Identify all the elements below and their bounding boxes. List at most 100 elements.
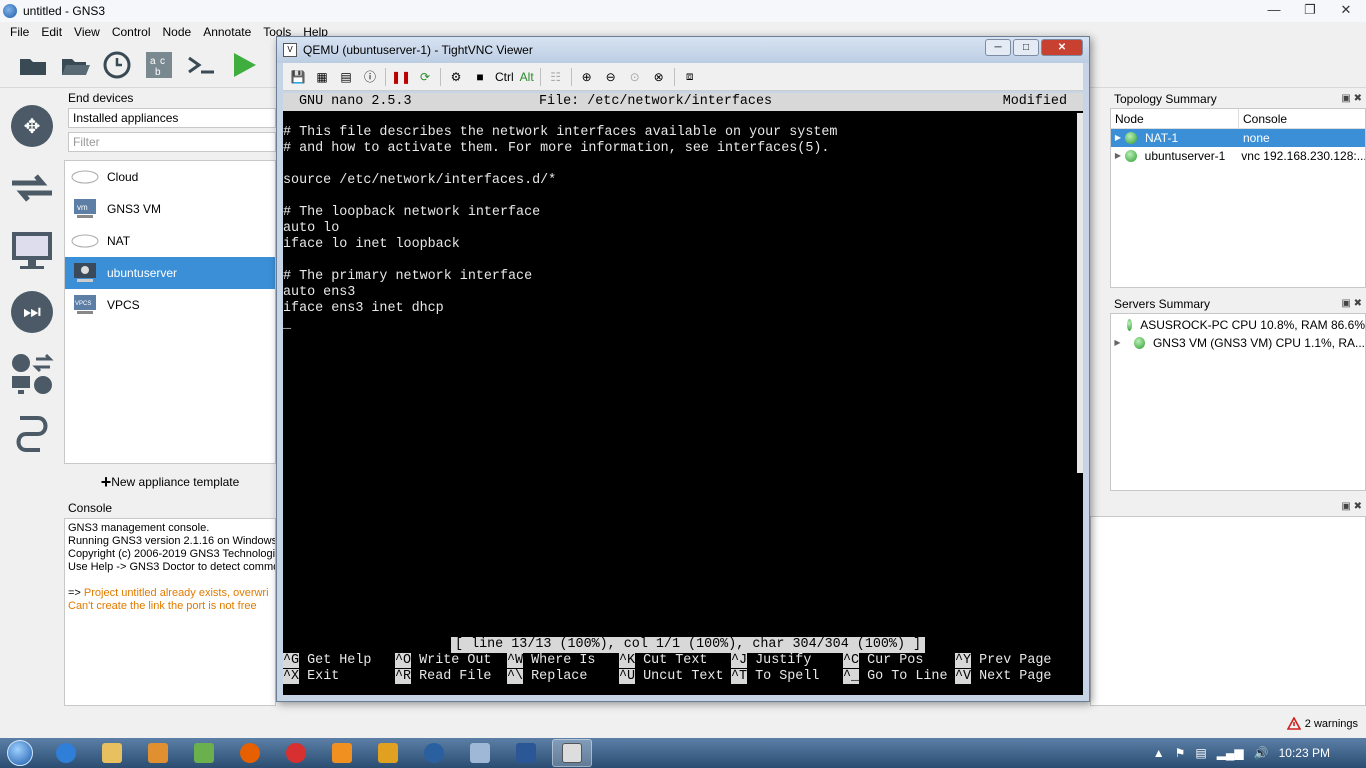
transfer-files-icon[interactable]: ☷: [547, 68, 565, 86]
terminal-screen[interactable]: GNU nano 2.5.3 File: /etc/network/interfa…: [283, 93, 1083, 695]
taskbar-internet-explorer[interactable]: [46, 739, 86, 767]
separator: [385, 67, 386, 86]
network-signal-icon[interactable]: ▂▄▆: [1217, 746, 1244, 760]
device-cloud[interactable]: Cloud: [65, 161, 275, 193]
taskbar-gns3[interactable]: [414, 739, 454, 767]
browse-security-devices-button[interactable]: ⏭: [8, 288, 56, 336]
separator: [539, 67, 541, 86]
dock-close-icon[interactable]: ▣ ✖: [1341, 90, 1362, 108]
options-icon[interactable]: ▤: [337, 68, 355, 86]
device-filter-input[interactable]: Filter: [68, 132, 276, 152]
appliance-type-select[interactable]: Installed appliances: [68, 108, 276, 128]
topology-row-ubuntuserver-1[interactable]: ▶ ubuntuserver-1 vnc 192.168.230.128:...: [1111, 147, 1365, 165]
col-node[interactable]: Node: [1111, 109, 1239, 128]
dock-close-icon[interactable]: ▣ ✖: [1341, 498, 1362, 516]
menu-view[interactable]: View: [68, 25, 106, 39]
taskbar-word[interactable]: [506, 739, 546, 767]
browse-switches-button[interactable]: [8, 164, 56, 212]
taskbar-app[interactable]: [184, 739, 224, 767]
app-icon: [194, 743, 214, 763]
fullscreen-icon[interactable]: ⧈: [681, 68, 699, 86]
add-link-button[interactable]: [8, 412, 56, 460]
warnings-indicator[interactable]: 2 warnings: [1286, 717, 1358, 730]
volume-icon[interactable]: 🔊: [1254, 746, 1269, 760]
start-all-button[interactable]: [226, 48, 260, 82]
taskbar-window[interactable]: [460, 739, 500, 767]
taskbar-media-player[interactable]: [138, 739, 178, 767]
expand-icon[interactable]: ▶: [1111, 147, 1125, 165]
terminal-scrollbar[interactable]: [1077, 113, 1083, 473]
ctrl-key-button[interactable]: Ctrl: [495, 68, 514, 86]
dock-close-icon[interactable]: ▣ ✖: [1341, 295, 1362, 313]
alt-key-button[interactable]: Alt: [520, 68, 534, 86]
taskbar-tightvnc[interactable]: [552, 739, 592, 767]
new-connection-icon[interactable]: 💾: [289, 68, 307, 86]
refresh-icon[interactable]: ⟳: [416, 68, 434, 86]
info-icon[interactable]: ⓘ: [361, 68, 379, 86]
nano-status-line: [ line 13/13 (100%), col 1/1 (100%), cha…: [451, 637, 926, 653]
device-vpcs[interactable]: VPCS VPCS: [65, 289, 275, 321]
device-nat[interactable]: NAT: [65, 225, 275, 257]
taskbar-firefox[interactable]: [230, 739, 270, 767]
shortcut-read-file: ^R Read File: [395, 669, 491, 685]
close-icon[interactable]: ✕: [1041, 39, 1083, 56]
taskbar-explorer[interactable]: [92, 739, 132, 767]
cloud-icon: [71, 230, 99, 252]
vnc-icon: [562, 743, 582, 763]
show-hidden-icons-icon[interactable]: ▲: [1153, 746, 1165, 760]
action-center-icon[interactable]: ⚑: [1175, 746, 1186, 760]
new-appliance-template-button[interactable]: +New appliance template: [64, 472, 276, 493]
server-row[interactable]: ASUSROCK-PC CPU 10.8%, RAM 86.6%: [1111, 316, 1365, 334]
show-interface-labels-button[interactable]: acb: [142, 48, 176, 82]
servers-list: ASUSROCK-PC CPU 10.8%, RAM 86.6% ▶ GNS3 …: [1110, 313, 1366, 491]
zoom-in-icon[interactable]: ⊕: [578, 68, 596, 86]
open-project-button[interactable]: [58, 48, 92, 82]
ctrl-esc-icon[interactable]: ■: [471, 68, 489, 86]
save-icon[interactable]: ▦: [313, 68, 331, 86]
browse-end-devices-button[interactable]: [8, 226, 56, 274]
zoom-100-icon[interactable]: ⊙: [626, 68, 644, 86]
menu-control[interactable]: Control: [106, 25, 157, 39]
console-right-body[interactable]: [1090, 516, 1366, 706]
browse-all-devices-button[interactable]: [8, 350, 56, 398]
shortcut-key: ^Y: [955, 653, 972, 668]
taskbar-app-2[interactable]: [368, 739, 408, 767]
shortcut-key: ^\: [507, 669, 524, 684]
device-icon[interactable]: ▤: [1195, 746, 1206, 760]
menu-annotate[interactable]: Annotate: [197, 25, 257, 39]
node-name: NAT-1: [1145, 131, 1179, 145]
pause-icon[interactable]: ❚❚: [391, 68, 411, 86]
shortcut-key: ^K: [619, 653, 636, 668]
node-console: vnc 192.168.230.128:...: [1241, 149, 1365, 163]
file-line: # This file describes the network interf…: [283, 125, 838, 140]
minimize-icon[interactable]: —: [1262, 2, 1286, 18]
minimize-icon[interactable]: ─: [985, 39, 1011, 56]
browse-routers-button[interactable]: ✥: [8, 102, 56, 150]
node-name: ubuntuserver-1: [1144, 149, 1226, 163]
device-gns3-vm[interactable]: vm GNS3 VM: [65, 193, 275, 225]
expand-icon[interactable]: ▶: [1111, 129, 1125, 147]
col-console[interactable]: Console: [1239, 109, 1365, 128]
maximize-icon[interactable]: ❐: [1298, 2, 1322, 18]
maximize-icon[interactable]: □: [1013, 39, 1039, 56]
zoom-auto-icon[interactable]: ⊗: [650, 68, 668, 86]
new-project-button[interactable]: [16, 48, 50, 82]
taskbar-alarm[interactable]: [276, 739, 316, 767]
console-all-button[interactable]: [184, 48, 218, 82]
snapshot-button[interactable]: [100, 48, 134, 82]
expand-icon[interactable]: ▶: [1111, 334, 1124, 352]
taskbar-sublime[interactable]: [322, 739, 362, 767]
warnings-text: 2 warnings: [1304, 717, 1358, 730]
menu-edit[interactable]: Edit: [35, 25, 68, 39]
clock[interactable]: 10:23 PM: [1279, 746, 1330, 760]
menu-file[interactable]: File: [4, 25, 35, 39]
zoom-out-icon[interactable]: ⊖: [602, 68, 620, 86]
device-ubuntuserver[interactable]: ubuntuserver: [65, 257, 275, 289]
ctrl-alt-del-icon[interactable]: ⚙: [447, 68, 465, 86]
close-icon[interactable]: ✕: [1334, 2, 1358, 18]
topology-row-nat-1[interactable]: ▶ NAT-1 none: [1111, 129, 1365, 147]
console-output[interactable]: GNS3 management console. Running GNS3 ve…: [64, 518, 276, 706]
server-row[interactable]: ▶ GNS3 VM (GNS3 VM) CPU 1.1%, RA...: [1111, 334, 1365, 352]
start-button[interactable]: [0, 738, 40, 768]
menu-node[interactable]: Node: [157, 25, 198, 39]
